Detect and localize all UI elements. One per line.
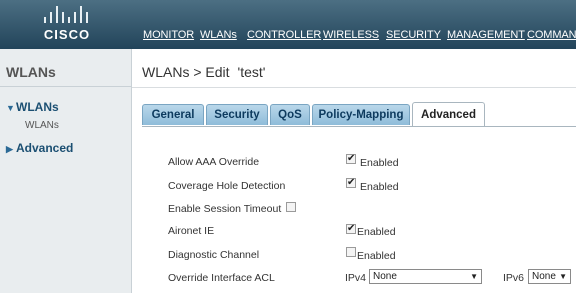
top-header: CISCO MONITOR WLANs CONTROLLER WIRELESS … xyxy=(0,0,576,49)
aironet-ie-label: Aironet IE xyxy=(168,225,215,237)
ipv4-label: IPv4 xyxy=(345,272,367,284)
sidebar-item-label: Advanced xyxy=(16,141,74,155)
sidebar-item-wlans[interactable]: ▼WLANs xyxy=(6,100,59,114)
sidebar-divider xyxy=(0,86,131,87)
diagnostic-channel-label: Diagnostic Channel xyxy=(168,249,260,261)
cisco-logo: CISCO xyxy=(42,5,92,45)
chevron-down-icon: ▼ xyxy=(470,272,478,281)
sidebar-item-label: WLANs xyxy=(16,100,59,114)
session-timeout-checkbox[interactable] xyxy=(286,202,296,212)
nav-commands[interactable]: COMMANDS xyxy=(527,29,576,41)
sidebar: WLANs ▼WLANs WLANs ▶ Advanced xyxy=(0,49,132,293)
wlan-name: 'test' xyxy=(237,64,266,80)
allow-aaa-override-label: Allow AAA Override xyxy=(168,156,260,168)
triangle-down-icon: ▼ xyxy=(6,103,15,113)
nav-wireless[interactable]: WIRELESS xyxy=(323,29,379,41)
page-title-text: WLANs > Edit xyxy=(142,64,230,80)
tab-advanced[interactable]: Advanced xyxy=(412,102,485,127)
logo-bars-icon xyxy=(44,5,90,23)
sidebar-subitem-wlans[interactable]: WLANs xyxy=(25,120,59,131)
nav-controller[interactable]: CONTROLLER xyxy=(247,29,321,41)
aironet-ie-enabled-label: Enabled xyxy=(357,226,396,238)
coverage-hole-enabled-label: Enabled xyxy=(360,181,399,193)
diagnostic-channel-checkbox[interactable] xyxy=(346,247,356,257)
ipv6-label: IPv6 xyxy=(503,272,525,284)
tab-security[interactable]: Security xyxy=(206,104,268,125)
nav-monitor[interactable]: MONITOR xyxy=(143,29,194,41)
nav-security[interactable]: SECURITY xyxy=(386,29,441,41)
triangle-right-icon: ▶ xyxy=(6,144,13,154)
ipv6-acl-value: None xyxy=(532,271,556,282)
nav-wlans[interactable]: WLANs xyxy=(200,29,237,41)
coverage-hole-label: Coverage Hole Detection xyxy=(168,180,286,192)
session-timeout-label: Enable Session Timeout xyxy=(168,203,282,215)
sidebar-item-advanced[interactable]: ▶ Advanced xyxy=(6,141,73,155)
ipv4-acl-select[interactable]: None ▼ xyxy=(369,269,482,284)
tab-qos[interactable]: QoS xyxy=(270,104,310,125)
ipv4-acl-value: None xyxy=(373,271,397,282)
page-title: WLANs > Edit 'test' xyxy=(142,64,265,80)
chevron-down-icon: ▼ xyxy=(559,272,567,281)
allow-aaa-override-enabled-label: Enabled xyxy=(360,157,399,169)
sidebar-title: WLANs xyxy=(6,64,56,80)
allow-aaa-override-checkbox[interactable]: ✔ xyxy=(346,154,356,164)
nav-management[interactable]: MANAGEMENT xyxy=(447,29,525,41)
tab-underline xyxy=(142,126,576,127)
ipv6-acl-select[interactable]: None ▼ xyxy=(528,269,571,284)
logo-text: CISCO xyxy=(43,27,91,42)
tab-general[interactable]: General xyxy=(142,104,204,125)
aironet-ie-checkbox[interactable]: ✔ xyxy=(346,224,356,234)
diagnostic-channel-enabled-label: Enabled xyxy=(357,250,396,262)
coverage-hole-checkbox[interactable]: ✔ xyxy=(346,178,356,188)
title-divider xyxy=(132,87,576,88)
override-acl-label: Override Interface ACL xyxy=(168,272,275,284)
tab-policy-mapping[interactable]: Policy-Mapping xyxy=(312,104,410,125)
